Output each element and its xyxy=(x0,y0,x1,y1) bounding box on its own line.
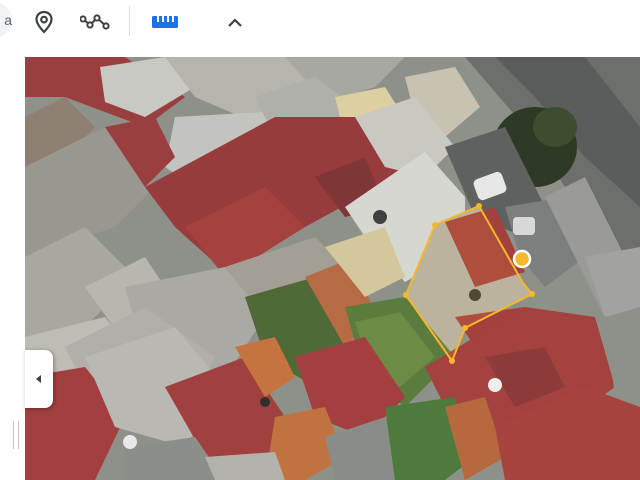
measure-vertex-handle[interactable] xyxy=(462,325,468,331)
collapse-toolbar-button[interactable] xyxy=(219,6,251,38)
measure-vertex-handle[interactable] xyxy=(529,291,535,297)
measure-active-vertex[interactable] xyxy=(512,249,532,269)
side-panel-edge xyxy=(0,57,25,480)
resize-handle[interactable] xyxy=(13,421,19,449)
measure-vertex-handle[interactable] xyxy=(449,358,455,364)
collapse-panel-button[interactable] xyxy=(25,350,53,408)
path-icon xyxy=(80,14,110,30)
draw-line-button[interactable] xyxy=(79,6,111,38)
satellite-map[interactable] xyxy=(25,57,640,480)
measure-vertex-handle[interactable] xyxy=(432,222,438,228)
measure-vertex-handle[interactable] xyxy=(476,203,482,209)
measure-button[interactable] xyxy=(149,6,181,38)
measure-vertex-handle[interactable] xyxy=(403,292,409,298)
search-box-text: a xyxy=(4,12,12,28)
ruler-icon xyxy=(152,16,178,28)
chevron-up-icon xyxy=(228,18,242,27)
add-marker-button[interactable] xyxy=(28,6,60,38)
toolbar-spacer xyxy=(0,44,640,57)
search-box-edge[interactable]: a xyxy=(0,2,12,38)
map-toolbar: a xyxy=(0,0,640,44)
map-pin-icon xyxy=(35,10,53,34)
satellite-imagery xyxy=(25,57,640,480)
toolbar-divider xyxy=(129,6,130,36)
chevron-left-icon xyxy=(36,375,41,383)
